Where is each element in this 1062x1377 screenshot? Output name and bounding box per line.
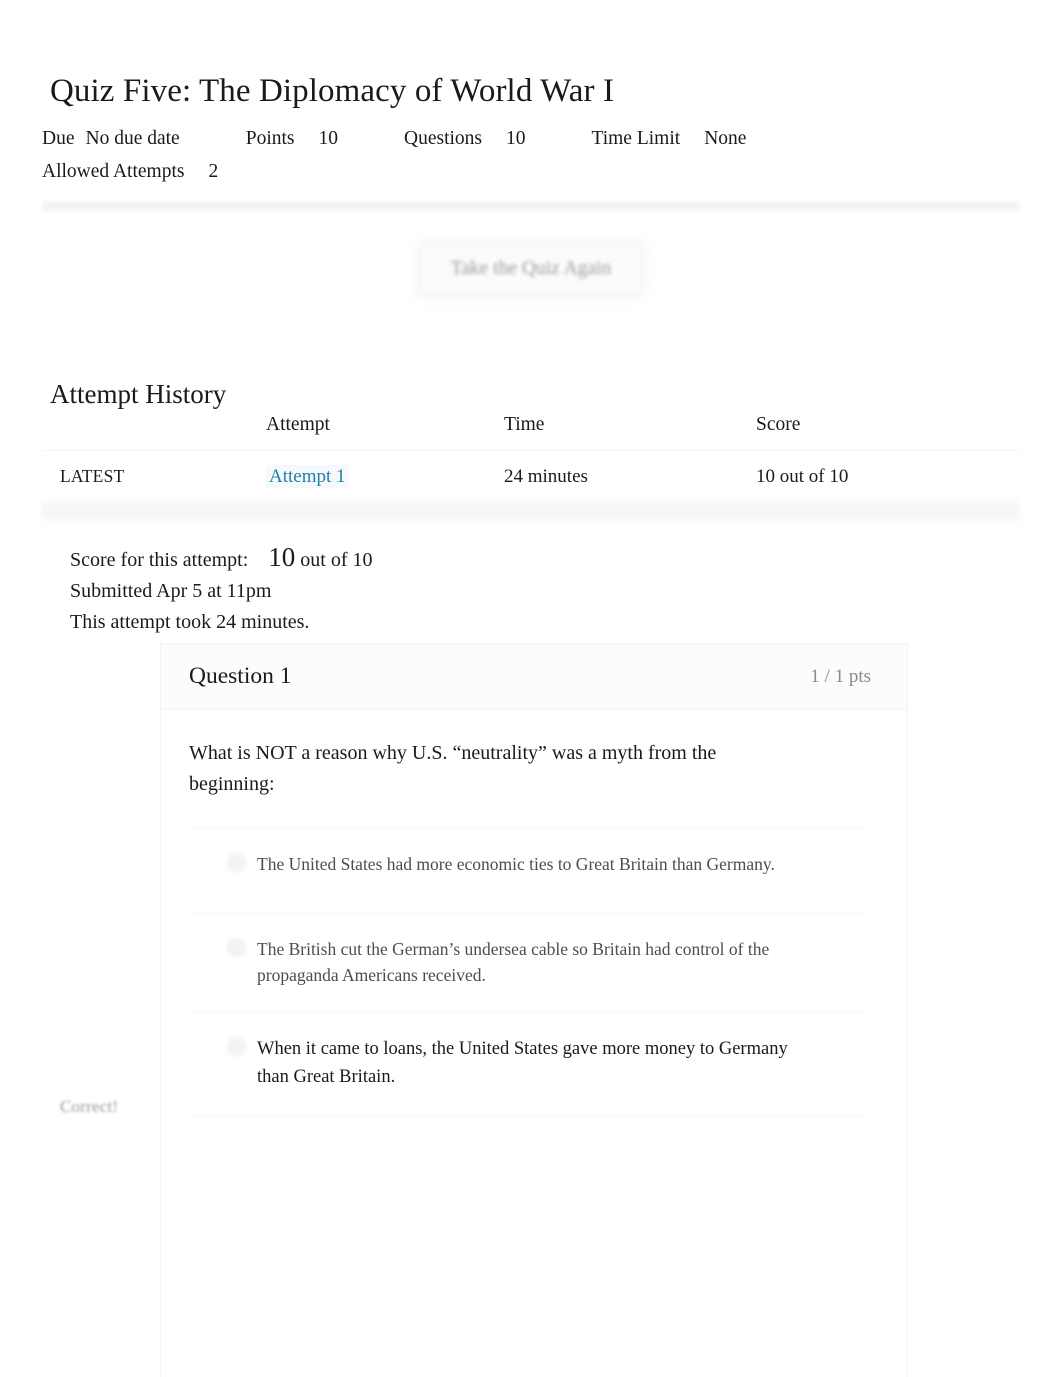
question-number: Question 1 <box>189 663 292 689</box>
latest-label: LATEST <box>60 466 125 486</box>
answer-list: The United States had more economic ties… <box>189 828 867 1116</box>
correct-answer-flag: Correct! <box>60 1097 119 1116</box>
answer-option-1[interactable]: The United States had more economic ties… <box>189 829 867 914</box>
take-quiz-again-button[interactable]: Take the Quiz Again <box>419 243 643 295</box>
table-header-row: Attempt Time Score <box>42 408 1020 451</box>
radio-button-icon[interactable] <box>227 853 246 872</box>
retake-button-container: Take the Quiz Again <box>0 243 1062 295</box>
due-value: No due date <box>85 128 180 149</box>
score-summary: Score for this attempt: 10 out of 10 Subm… <box>70 542 770 638</box>
duration-line: This attempt took 24 minutes. <box>70 611 310 633</box>
answer-option-2-text: The British cut the German’s undersea ca… <box>257 939 770 985</box>
score-out-of: out of 10 <box>300 549 373 571</box>
attempt-history-heading: Attempt History <box>50 379 227 410</box>
time-limit-label: Time Limit <box>591 128 681 149</box>
question-header: Question 1 1 / 1 pts <box>161 644 907 710</box>
quiz-meta-line-2: Allowed Attempts 2 <box>42 155 1020 188</box>
radio-button-icon[interactable] <box>227 938 246 957</box>
column-header-time: Time <box>504 414 545 435</box>
answer-option-3[interactable]: When it came to loans, the United States… <box>189 1013 867 1116</box>
points-label: Points <box>245 128 295 149</box>
question-text: What is NOT a reason why U.S. “neutralit… <box>189 742 717 795</box>
time-limit-value: None <box>704 128 747 149</box>
column-header-score: Score <box>756 414 801 435</box>
questions-value: 10 <box>506 128 526 149</box>
column-header-kept <box>42 408 266 451</box>
score-for-attempt-line: Score for this attempt: 10 out of 10 <box>70 542 770 576</box>
attempt-history-bottom-band <box>42 497 1020 525</box>
answer-option-1-text: The United States had more economic ties… <box>257 854 775 874</box>
meta-divider <box>42 199 1020 213</box>
page-title: Quiz Five: The Diplomacy of World War I <box>50 73 615 110</box>
score-label: Score for this attempt: <box>70 549 249 571</box>
question-block: Question 1 1 / 1 pts What is NOT a reaso… <box>160 643 908 1377</box>
column-header-attempt: Attempt <box>266 414 330 435</box>
attempt-history-table: Attempt Time Score LATEST Attempt 1 24 m… <box>42 408 1020 505</box>
quiz-meta-line-1: Due No due date Points 10 Questions 10 Time Li… <box>42 122 1020 155</box>
allowed-attempts-value: 2 <box>208 161 219 182</box>
quiz-results-page: Quiz Five: The Diplomacy of World War I … <box>0 0 1062 1377</box>
attempt-1-link[interactable]: Attempt 1 <box>266 465 349 488</box>
due-label: Due <box>42 128 75 149</box>
quiz-meta: Due No due date Points 10 Questions 10 Time Li… <box>42 122 1020 188</box>
points-value: 10 <box>318 128 339 149</box>
question-body: What is NOT a reason why U.S. “neutralit… <box>161 710 907 1116</box>
radio-button-selected-icon[interactable] <box>227 1037 246 1056</box>
score-value: 10 <box>268 542 296 572</box>
submitted-line: Submitted Apr 5 at 11pm <box>70 580 272 602</box>
allowed-attempts-label: Allowed Attempts <box>42 161 185 182</box>
answer-option-2[interactable]: The British cut the German’s undersea ca… <box>189 914 867 1013</box>
answer-option-3-text: When it came to loans, the United States… <box>257 1039 788 1087</box>
question-points: 1 / 1 pts <box>810 665 871 687</box>
questions-label: Questions <box>404 128 482 149</box>
